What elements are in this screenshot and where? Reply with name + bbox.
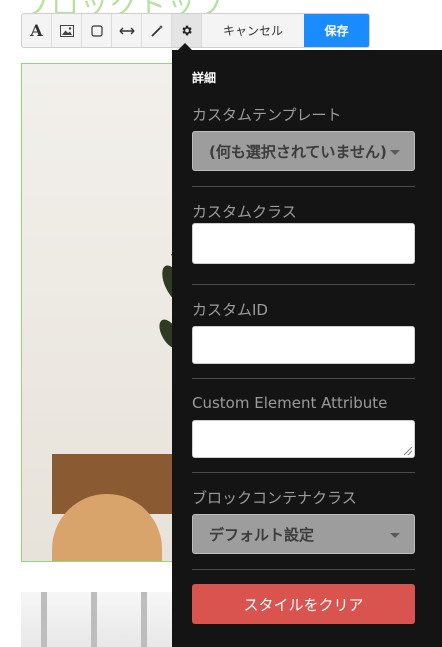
divider: [192, 186, 415, 187]
image-icon[interactable]: [52, 14, 82, 47]
window-beam: [41, 592, 47, 647]
custom-id-input[interactable]: [192, 326, 415, 364]
clear-styles-button[interactable]: スタイルをクリア: [192, 584, 415, 624]
divider: [192, 569, 415, 570]
save-button[interactable]: 保存: [304, 14, 369, 47]
chevron-down-icon: [390, 150, 400, 155]
window-beam: [141, 592, 147, 647]
custom-template-value: (何も選択されていません): [209, 142, 387, 161]
block-container-class-label: ブロックコンテナクラス: [192, 489, 357, 507]
block-edit-toolbar: A キャンセル 保存: [21, 13, 370, 48]
border-box-icon[interactable]: [82, 14, 112, 47]
panel-title: 詳細: [192, 71, 217, 85]
popover-caret: [178, 43, 192, 50]
divider: [192, 378, 415, 379]
divider: [192, 284, 415, 285]
advanced-settings-panel: 詳細 カスタムテンプレート (何も選択されていません) カスタムクラス カスタム…: [172, 50, 442, 647]
custom-class-label: カスタムクラス: [192, 203, 297, 221]
custom-attribute-label: Custom Element Attribute: [192, 394, 388, 412]
spacing-arrows-icon[interactable]: [112, 14, 142, 47]
block-container-class-value: デフォルト設定: [209, 525, 315, 544]
block-container-class-select[interactable]: デフォルト設定: [192, 514, 415, 554]
divider: [192, 472, 415, 473]
custom-template-select[interactable]: (何も選択されていません): [192, 131, 415, 171]
resize-handle-icon[interactable]: [404, 447, 412, 455]
cancel-button[interactable]: キャンセル: [202, 14, 304, 47]
chevron-down-icon: [390, 533, 400, 538]
custom-id-label: カスタムID: [192, 301, 268, 319]
custom-attribute-textarea[interactable]: [192, 420, 415, 458]
custom-class-input[interactable]: [192, 223, 415, 264]
text-format-icon[interactable]: A: [22, 14, 52, 47]
magic-wand-icon[interactable]: [142, 14, 172, 47]
custom-template-label: カスタムテンプレート: [192, 106, 342, 124]
window-beam: [91, 592, 97, 647]
